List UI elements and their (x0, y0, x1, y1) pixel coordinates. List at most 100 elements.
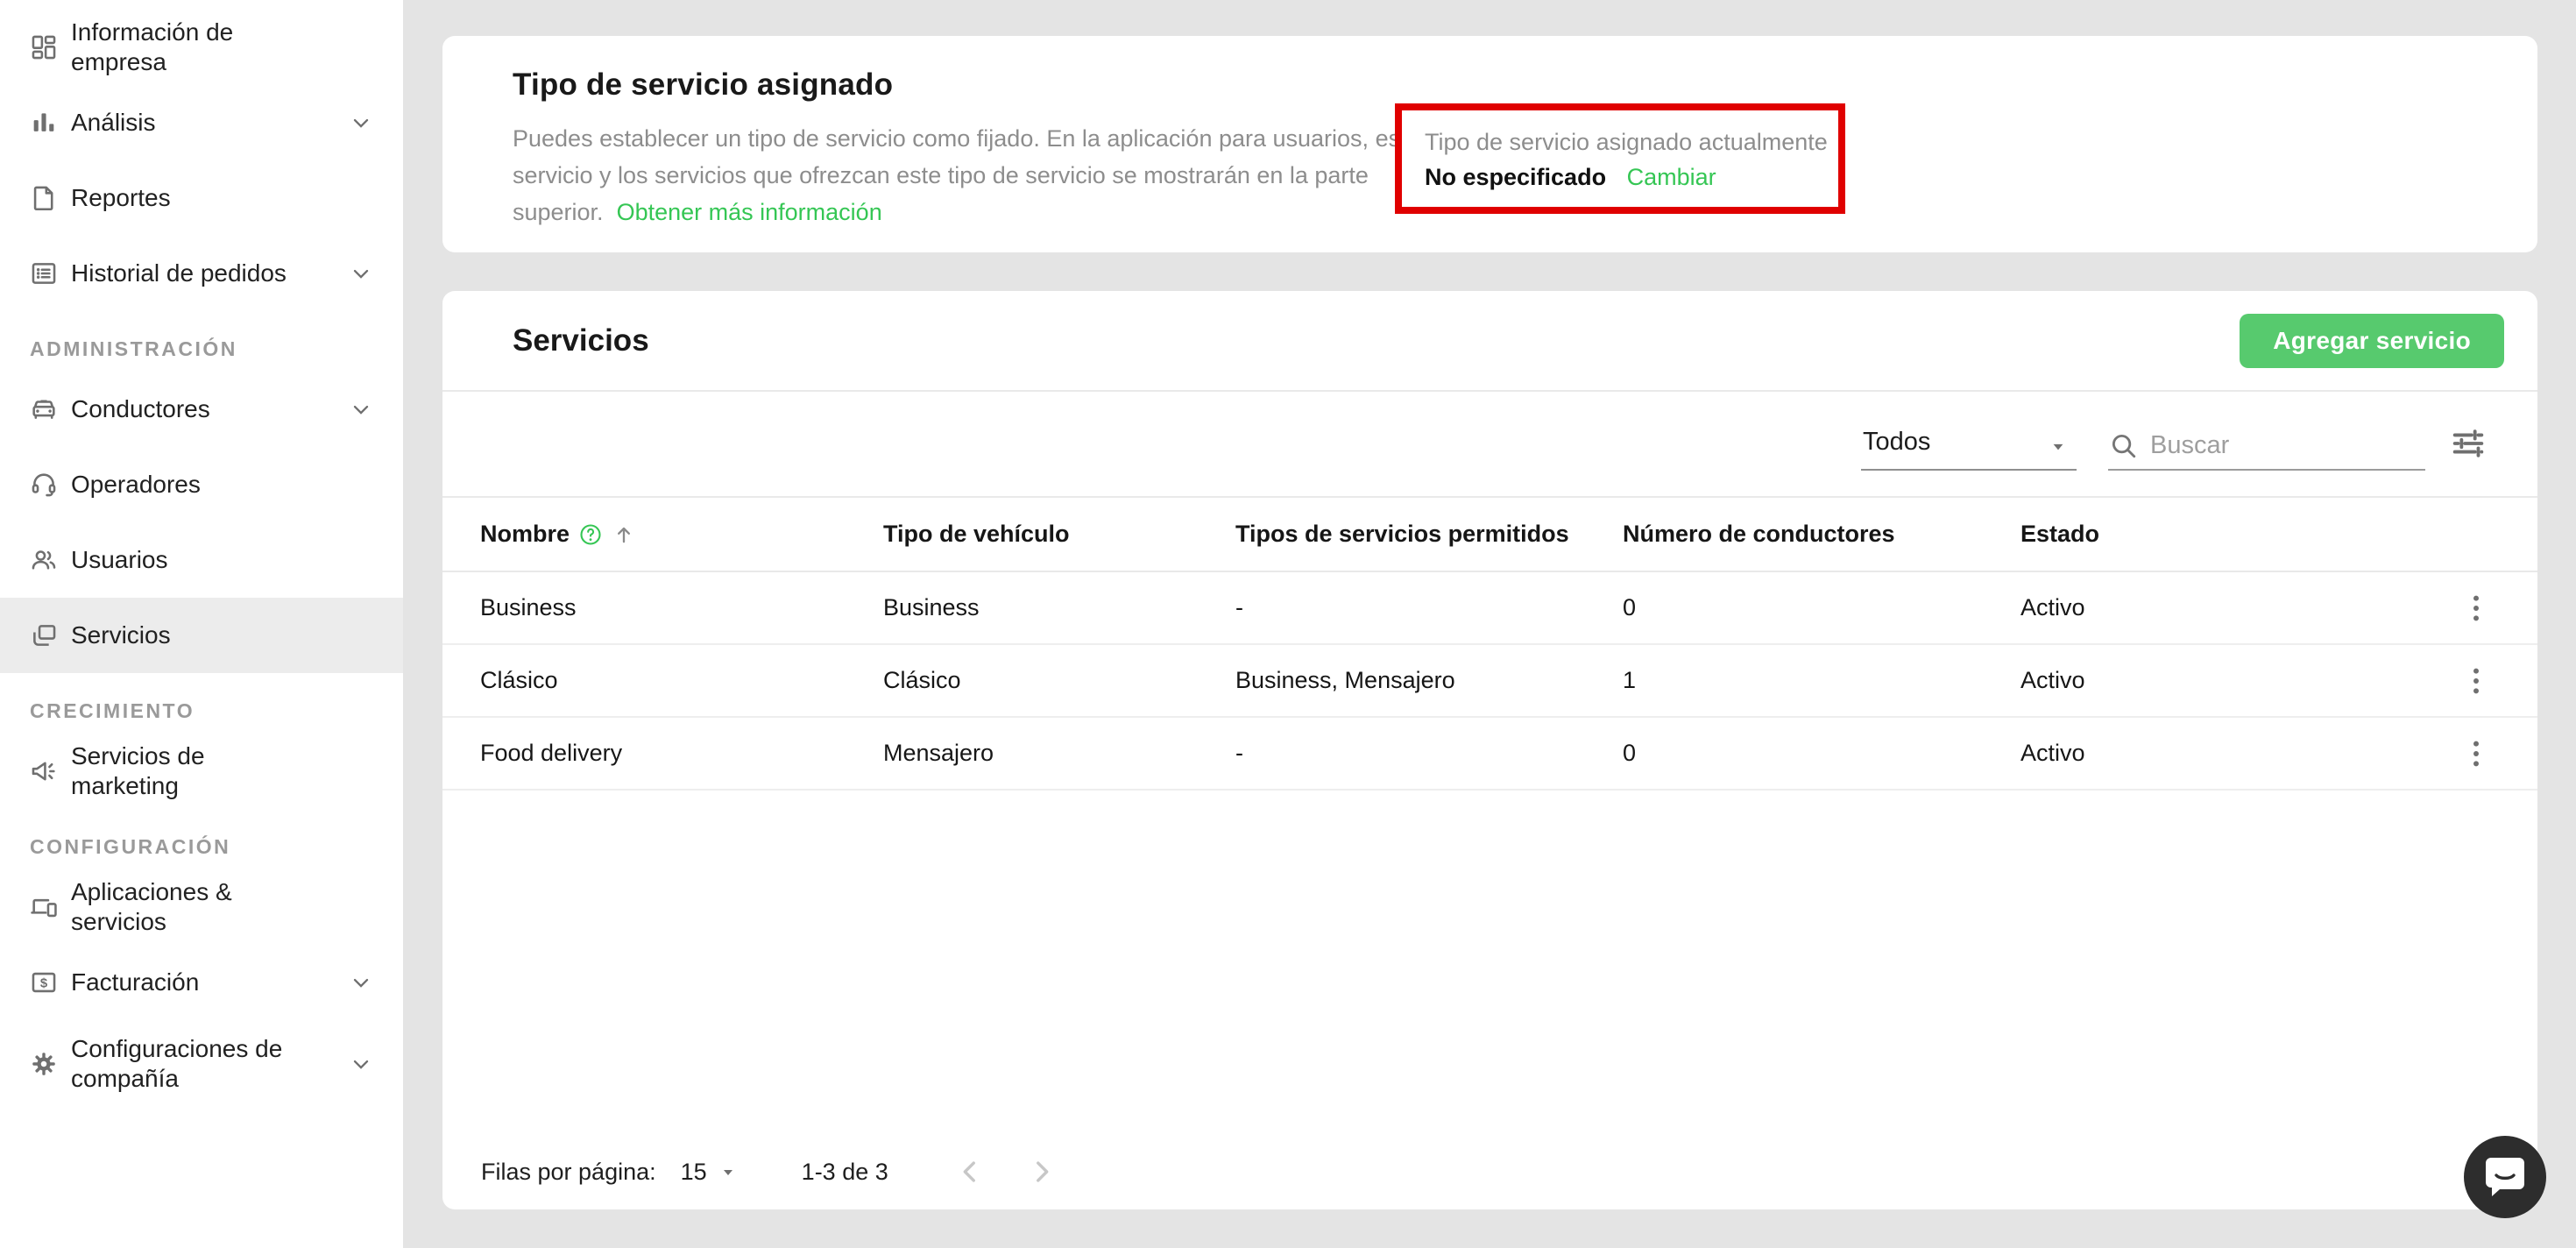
previous-page-button[interactable] (955, 1154, 990, 1189)
megaphone-icon (29, 756, 59, 786)
cell-allowed-service-types: - (1235, 740, 1623, 767)
caret-down-icon (2047, 435, 2070, 457)
search-input[interactable] (2150, 431, 2404, 460)
column-header-numero-de-conductores[interactable]: Número de conductores (1623, 521, 2020, 548)
sidebar-item-conductores[interactable]: Conductores (0, 372, 403, 447)
search-icon (2108, 430, 2138, 460)
kebab-menu-icon[interactable] (2458, 587, 2500, 629)
sidebar-item-servicios-de-marketing[interactable]: Servicios de marketing (0, 734, 403, 809)
chat-bubble-icon (2482, 1154, 2528, 1200)
cell-name: Business (480, 594, 883, 621)
sidebar-section-configuracion: CONFIGURACIÓN (30, 835, 403, 859)
services-toolbar: Todos (442, 392, 2537, 498)
search-field[interactable] (2108, 430, 2425, 471)
current-service-type-value: No especificado (1425, 164, 1606, 190)
sidebar-item-informacion-de-empresa[interactable]: Información de empresa (0, 10, 403, 85)
chevron-down-icon (349, 110, 373, 135)
status-filter-dropdown[interactable]: Todos (1861, 428, 2077, 471)
learn-more-link[interactable]: Obtener más información (617, 199, 882, 225)
sidebar-item-label: Aplicaciones & servicios (71, 877, 315, 937)
kebab-menu-icon[interactable] (2458, 733, 2500, 775)
rows-per-page-select[interactable]: 15 (681, 1159, 739, 1186)
svg-text:$: $ (40, 977, 48, 991)
rows-per-page-label: Filas por página: (481, 1159, 656, 1186)
table-row[interactable]: Food delivery Mensajero - 0 Activo (442, 718, 2537, 791)
sidebar-item-historial-de-pedidos[interactable]: Historial de pedidos (0, 236, 403, 311)
chevron-down-icon (349, 397, 373, 422)
assigned-card-title: Tipo de servicio asignado (513, 67, 893, 103)
table-row[interactable]: Business Business - 0 Activo (442, 572, 2537, 645)
column-header-nombre[interactable]: Nombre (480, 521, 883, 548)
sidebar-item-label: Servicios de marketing (71, 741, 315, 801)
sidebar-item-facturacion[interactable]: $ Facturación (0, 945, 403, 1020)
sidebar-item-label: Análisis (71, 108, 155, 138)
headset-icon (29, 470, 59, 500)
chevron-down-icon (349, 261, 373, 286)
sidebar-item-configuraciones-de-compania[interactable]: Configuraciones de compañía (0, 1020, 403, 1108)
table-pagination: Filas por página: 15 1-3 de 3 (442, 1134, 2537, 1209)
sidebar: Información de empresa Análisis Reportes… (0, 0, 403, 1248)
company-info-icon (29, 32, 59, 62)
devices-icon (29, 892, 59, 922)
add-service-button[interactable]: Agregar servicio (2240, 314, 2504, 368)
chevron-down-icon (349, 970, 373, 995)
table-header-row: Nombre Tipo de vehículo Tipos de servici… (442, 498, 2537, 572)
cell-driver-count: 0 (1623, 594, 2020, 621)
sidebar-item-analisis[interactable]: Análisis (0, 85, 403, 160)
column-header-tipo-de-vehiculo[interactable]: Tipo de vehículo (883, 521, 1235, 548)
cell-vehicle-type: Clásico (883, 667, 1235, 694)
chevron-left-icon (955, 1157, 985, 1187)
column-header-tipos-servicios-permitidos[interactable]: Tipos de servicios permitidos (1235, 521, 1623, 548)
services-card: Servicios Agregar servicio Todos Nombre (442, 291, 2537, 1209)
next-page-button[interactable] (1027, 1154, 1062, 1189)
sidebar-item-label: Reportes (71, 183, 171, 213)
cell-driver-count: 1 (1623, 667, 2020, 694)
cell-status: Activo (2020, 667, 2412, 694)
sidebar-item-servicios[interactable]: Servicios (0, 598, 403, 673)
sidebar-item-label: Operadores (71, 470, 201, 500)
cell-status: Activo (2020, 594, 2412, 621)
services-title: Servicios (513, 291, 649, 390)
sort-up-arrow-icon[interactable] (612, 522, 636, 547)
status-filter-value: Todos (1863, 428, 1930, 456)
cell-status: Activo (2020, 740, 2412, 767)
reports-icon (29, 183, 59, 213)
gear-icon (29, 1049, 59, 1079)
users-icon (29, 545, 59, 575)
sidebar-item-label: Servicios (71, 620, 171, 650)
services-layers-icon (29, 620, 59, 650)
cell-name: Clásico (480, 667, 883, 694)
table-row[interactable]: Clásico Clásico Business, Mensajero 1 Ac… (442, 645, 2537, 718)
sidebar-item-aplicaciones-servicios[interactable]: Aplicaciones & servicios (0, 869, 403, 945)
table-body: Business Business - 0 Activo Clásico Clá… (442, 572, 2537, 791)
page-range-label: 1-3 de 3 (802, 1159, 888, 1186)
column-header-estado[interactable]: Estado (2020, 521, 2412, 548)
cell-vehicle-type: Business (883, 594, 1235, 621)
sidebar-item-reportes[interactable]: Reportes (0, 160, 403, 236)
assigned-service-card: Tipo de servicio asignado Puedes estable… (442, 36, 2537, 252)
chevron-down-icon (349, 1052, 373, 1076)
taxi-icon (29, 394, 59, 424)
kebab-menu-icon[interactable] (2458, 660, 2500, 702)
cell-driver-count: 0 (1623, 740, 2020, 767)
column-label: Nombre (480, 521, 570, 548)
assigned-card-description: Puedes establecer un tipo de servicio co… (513, 120, 1533, 230)
tune-filter-icon[interactable] (2448, 423, 2488, 464)
sidebar-item-label: Facturación (71, 968, 199, 997)
sidebar-item-label: Información de empresa (71, 18, 315, 77)
sidebar-item-label: Configuraciones de compañía (71, 1034, 315, 1094)
sidebar-section-crecimiento: CRECIMIENTO (30, 699, 403, 723)
rows-per-page-value: 15 (681, 1159, 707, 1186)
cambiar-link[interactable]: Cambiar (1627, 164, 1716, 190)
help-circle-icon[interactable] (578, 522, 603, 547)
sidebar-item-usuarios[interactable]: Usuarios (0, 522, 403, 598)
sidebar-item-operadores[interactable]: Operadores (0, 447, 403, 522)
sidebar-item-label: Usuarios (71, 545, 167, 575)
sidebar-section-administracion: ADMINISTRACIÓN (30, 337, 403, 361)
billing-icon: $ (29, 968, 59, 997)
chat-launcher-button[interactable] (2464, 1136, 2546, 1218)
cell-allowed-service-types: Business, Mensajero (1235, 667, 1623, 694)
services-card-header: Servicios Agregar servicio (442, 291, 2537, 392)
analytics-icon (29, 108, 59, 138)
caret-down-icon (718, 1161, 739, 1182)
